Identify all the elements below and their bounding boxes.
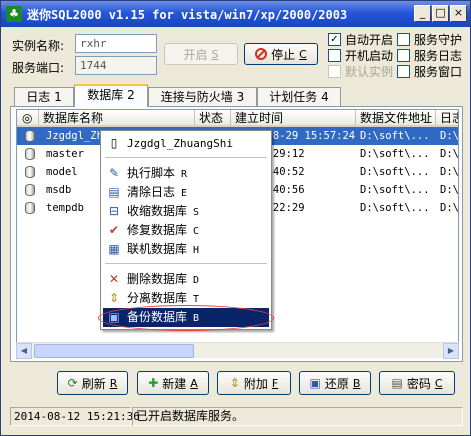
plus-icon: ✚ bbox=[148, 376, 159, 390]
database-icon bbox=[25, 130, 35, 142]
column-header-name[interactable]: 数据库名称 bbox=[39, 110, 195, 127]
scroll-right-icon[interactable]: ▶ bbox=[443, 343, 459, 359]
port-input[interactable] bbox=[75, 56, 157, 75]
app-icon: ♣ bbox=[6, 6, 22, 22]
stop-button-label: 停止 bbox=[271, 47, 296, 62]
column-header-log[interactable]: 日志 bbox=[436, 110, 458, 127]
menu-item-detach-database[interactable]: ⇕ 分离数据库 T bbox=[103, 289, 269, 308]
boot-start-checkbox[interactable]: 开机启动 bbox=[328, 47, 393, 64]
refresh-button[interactable]: ⟳ 刷新 R bbox=[57, 371, 128, 395]
db-log-path: D:\s bbox=[440, 184, 459, 196]
service-window-label: 服务窗口 bbox=[414, 65, 463, 79]
column-header-icon[interactable]: ◎ bbox=[17, 110, 39, 127]
attach-icon: ⇕ bbox=[229, 376, 240, 390]
auto-start-checkbox[interactable]: ✓ 自动开启 bbox=[328, 31, 393, 48]
horizontal-scrollbar[interactable]: ◀ ▶ bbox=[16, 342, 459, 359]
menu-separator bbox=[105, 263, 267, 264]
menu-separator bbox=[105, 157, 267, 158]
db-data-path: D:\soft\... bbox=[360, 202, 430, 214]
online-icon: ▦ bbox=[108, 242, 120, 256]
service-window-checkbox[interactable]: 服务窗口 bbox=[397, 63, 462, 80]
maximize-button[interactable]: □ bbox=[432, 5, 449, 22]
detach-icon: ⇕ bbox=[108, 291, 120, 305]
instance-label: 实例名称: bbox=[12, 39, 65, 53]
shrink-icon: ⊟ bbox=[108, 204, 120, 218]
clear-log-icon: ▤ bbox=[108, 185, 120, 199]
db-log-path: D:\s bbox=[440, 202, 459, 214]
port-label: 服务端口: bbox=[12, 61, 65, 75]
attach-button[interactable]: ⇕ 附加 F bbox=[217, 371, 291, 395]
status-message: 已开启数据库服务。 bbox=[132, 407, 463, 426]
tab-log[interactable]: 日志 1 bbox=[14, 87, 74, 106]
context-menu: ▯ Jzgdgl_ZhuangShi ✎ 执行脚本 R ▤ 清除日志 E ⊟ 收缩数… bbox=[100, 130, 272, 330]
script-icon: ✎ bbox=[108, 166, 120, 180]
menu-item-repair-database[interactable]: ✔ 修复数据库 C bbox=[103, 221, 269, 240]
delete-icon: ✕ bbox=[108, 272, 120, 286]
checkbox-box bbox=[328, 49, 341, 62]
stop-button[interactable]: 停止 C bbox=[244, 43, 318, 65]
instance-input[interactable] bbox=[75, 34, 157, 53]
app-window: ♣ 迷你SQL2000 v1.15 for vista/win7/xp/2000… bbox=[0, 0, 471, 436]
start-button-key: S bbox=[211, 47, 219, 61]
checkbox-box bbox=[397, 33, 410, 46]
stop-button-key: C bbox=[299, 47, 307, 61]
title-bar[interactable]: ♣ 迷你SQL2000 v1.15 for vista/win7/xp/2000… bbox=[1, 1, 470, 27]
password-icon: ▤ bbox=[391, 376, 403, 390]
db-log-path: D:\s bbox=[440, 166, 459, 178]
database-icon bbox=[25, 184, 35, 196]
db-data-path: D:\soft\... bbox=[360, 166, 430, 178]
start-button-label: 开启 bbox=[183, 47, 208, 62]
db-data-path: D:\soft\... bbox=[360, 148, 430, 160]
window-title: 迷你SQL2000 v1.15 for vista/win7/xp/2000/2… bbox=[27, 8, 348, 22]
menu-item-shrink-database[interactable]: ⊟ 收缩数据库 S bbox=[103, 202, 269, 221]
default-instance-checkbox[interactable]: 默认实例 bbox=[328, 63, 393, 80]
start-button[interactable]: 开启 S bbox=[164, 43, 238, 65]
database-icon bbox=[25, 202, 35, 214]
auto-start-label: 自动开启 bbox=[345, 33, 394, 47]
new-button[interactable]: ✚ 新建 A bbox=[137, 371, 209, 395]
service-log-label: 服务日志 bbox=[414, 49, 463, 63]
database-icon bbox=[25, 166, 35, 178]
menu-item-delete-database[interactable]: ✕ 删除数据库 D bbox=[103, 270, 269, 289]
minimize-button[interactable]: _ bbox=[414, 5, 431, 22]
column-header-status[interactable]: 状态 bbox=[195, 110, 231, 127]
menu-item-execute-script[interactable]: ✎ 执行脚本 R bbox=[103, 164, 269, 183]
boot-start-label: 开机启动 bbox=[345, 49, 394, 63]
backup-icon: ▣ bbox=[108, 310, 120, 324]
db-log-path: D:\s bbox=[440, 130, 459, 142]
checkbox-box bbox=[397, 49, 410, 62]
db-data-path: D:\soft\... bbox=[360, 130, 430, 142]
service-guard-label: 服务守护 bbox=[414, 33, 463, 47]
service-guard-checkbox[interactable]: 服务守护 bbox=[397, 31, 462, 48]
column-header-created[interactable]: 建立时间 bbox=[231, 110, 356, 127]
db-data-path: D:\soft\... bbox=[360, 184, 430, 196]
menu-header: ▯ Jzgdgl_ZhuangShi bbox=[103, 134, 269, 153]
default-instance-label: 默认实例 bbox=[345, 65, 394, 79]
check-icon: ✓ bbox=[328, 33, 341, 46]
service-log-checkbox[interactable]: 服务日志 bbox=[397, 47, 462, 64]
restore-icon: ▣ bbox=[309, 376, 321, 390]
refresh-icon: ⟳ bbox=[67, 376, 78, 390]
tab-connection-firewall[interactable]: 连接与防火墙 3 bbox=[148, 87, 257, 106]
scroll-left-icon[interactable]: ◀ bbox=[16, 343, 32, 359]
menu-item-online-database[interactable]: ▦ 联机数据库 H bbox=[103, 240, 269, 259]
menu-item-backup-database[interactable]: ▣ 备份数据库 B bbox=[103, 308, 269, 327]
menu-item-clear-log[interactable]: ▤ 清除日志 E bbox=[103, 183, 269, 202]
checkbox-box bbox=[397, 65, 410, 78]
database-icon: ▯ bbox=[110, 136, 118, 150]
scrollbar-thumb[interactable] bbox=[34, 344, 194, 358]
database-icon bbox=[25, 148, 35, 160]
password-button[interactable]: ▤ 密码 C bbox=[379, 371, 455, 395]
restore-button[interactable]: ▣ 还原 B bbox=[299, 371, 371, 395]
checkbox-box bbox=[328, 65, 341, 78]
tab-database[interactable]: 数据库 2 bbox=[74, 84, 148, 107]
stop-icon bbox=[255, 48, 268, 60]
close-button[interactable]: × bbox=[450, 5, 467, 22]
repair-icon: ✔ bbox=[108, 223, 120, 237]
db-log-path: D:\s bbox=[440, 148, 459, 160]
tab-scheduled-tasks[interactable]: 计划任务 4 bbox=[257, 87, 341, 106]
column-header-data-path[interactable]: 数据文件地址 bbox=[356, 110, 436, 127]
status-timestamp: 2014-08-12 15:21:36 bbox=[10, 407, 140, 426]
